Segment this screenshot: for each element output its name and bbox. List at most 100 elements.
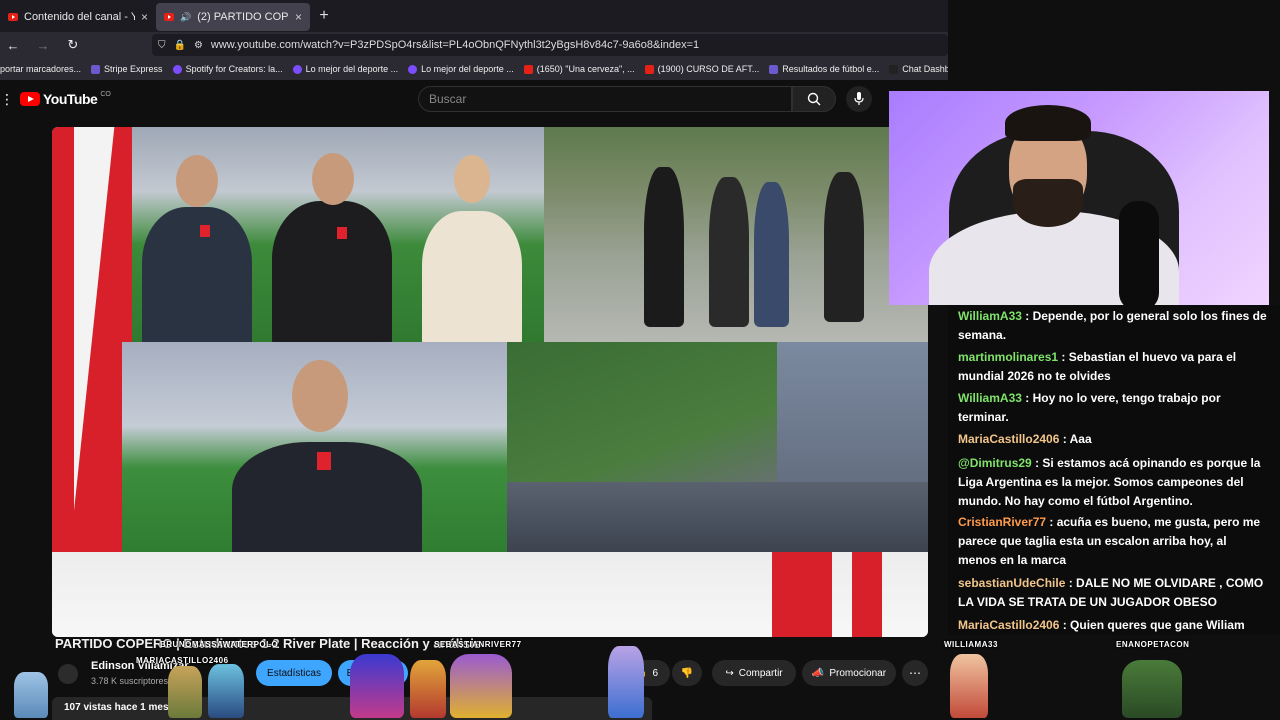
address-bar[interactable]: ⛉ 🔒 ⚙ www.youtube.com/watch?v=P3zPDSpO4r… — [152, 34, 948, 56]
streamer-microphone — [1119, 201, 1159, 305]
chat-message: WilliamA33 : Hoy no lo vere, tengo traba… — [958, 389, 1268, 427]
espn-microphone — [200, 225, 210, 237]
tab-title: Contenido del canal - YouTube — [24, 11, 135, 23]
screen: Contenido del canal - YouTube × 🔊 (2) PA… — [0, 0, 1280, 720]
chat-text: : Aaa — [1059, 432, 1092, 446]
red-stripe-decoration — [852, 552, 882, 637]
character-sprite — [350, 654, 404, 718]
bookmarks-bar: portar marcadores... Stripe Express Spot… — [0, 58, 948, 80]
bookmark-icon — [889, 64, 899, 74]
forward-button[interactable]: → — [30, 38, 56, 53]
chat-username[interactable]: WilliamA33 — [958, 391, 1022, 405]
video-panel-stadium-aerial — [507, 342, 928, 552]
subscriber-count: 3.78 K suscriptores — [91, 676, 169, 686]
bookmark-item[interactable]: Spotify for Creators: la... — [172, 64, 283, 74]
speaker-icon[interactable]: 🔊 — [180, 12, 191, 23]
streamer-hair — [1005, 105, 1091, 141]
viewer-overlay-name: WILLIAMA33 — [944, 640, 998, 649]
new-tab-button[interactable]: + — [310, 7, 338, 25]
chat-username[interactable]: CristianRiver77 — [958, 515, 1046, 529]
like-count: 6 — [652, 667, 658, 679]
channel-avatar[interactable] — [58, 664, 78, 684]
commentator-head — [454, 155, 490, 203]
search-input[interactable]: Buscar — [418, 86, 792, 112]
commentator-head — [176, 155, 218, 207]
video-panel-commentators — [132, 127, 544, 342]
permissions-icon[interactable]: ⚙ — [194, 40, 203, 51]
shield-icon[interactable]: ⛉ — [158, 40, 166, 51]
video-title: PARTIDO COPERO | Estudiantes 1-2 River P… — [55, 636, 482, 651]
chat-text: : Quien queres que gane Wiliam — [1059, 618, 1245, 632]
dislike-button[interactable]: 👎 — [672, 660, 702, 686]
fan-figure — [754, 182, 789, 327]
character-sprite — [608, 646, 644, 718]
bookmark-item[interactable]: Stripe Express — [91, 64, 163, 74]
back-button[interactable]: ← — [0, 38, 26, 53]
youtube-favicon-icon — [164, 13, 174, 21]
chat-message: WilliamA33 : Depende, por lo general sol… — [958, 307, 1268, 345]
fan-figure — [709, 177, 749, 327]
viewer-overlay-name: ENANOPETACON — [1116, 640, 1190, 649]
search-icon — [807, 92, 821, 106]
tab-title: (2) PARTIDO COPERO | Estu — [197, 11, 289, 23]
chat-username[interactable]: martinmolinares1 — [958, 350, 1058, 364]
tab-video-active[interactable]: 🔊 (2) PARTIDO COPERO | Estu × — [156, 3, 310, 31]
share-icon: ↪ — [725, 667, 734, 679]
commentator-figure — [272, 201, 392, 342]
promote-button[interactable]: 📣 Promocionar — [802, 660, 896, 686]
menu-icon[interactable]: ⋮ — [0, 91, 14, 108]
bookmark-item[interactable]: portar marcadores... — [0, 64, 81, 74]
stripe-icon — [91, 64, 101, 74]
bookmark-item[interactable]: Lo mejor del deporte ... — [292, 64, 398, 74]
bookmark-item[interactable]: (1900) CURSO DE AFT... — [644, 64, 759, 74]
promote-label: Promocionar — [829, 667, 887, 679]
stats-button[interactable]: Estadísticas — [256, 660, 332, 686]
chat-username[interactable]: MariaCastillo2406 — [958, 432, 1059, 446]
close-tab-icon[interactable]: × — [141, 10, 148, 24]
red-stripe-decoration — [772, 552, 832, 637]
espn-microphone — [337, 227, 347, 239]
chat-username[interactable]: sebastianUdeChile — [958, 576, 1065, 590]
video-panel-reporter — [122, 342, 517, 552]
voice-search-button[interactable] — [846, 86, 872, 112]
share-label: Compartir — [738, 667, 783, 679]
youtube-header: ⋮ YouTube CO Buscar — [0, 80, 948, 118]
url-text[interactable]: www.youtube.com/watch?v=P3zPDSpO4rs&list… — [211, 39, 699, 51]
commentator-figure — [142, 207, 252, 342]
search-button[interactable] — [792, 86, 836, 112]
video-banner — [52, 552, 928, 637]
bookmark-icon — [408, 64, 418, 74]
fan-figure — [644, 167, 684, 327]
video-player[interactable] — [52, 127, 928, 637]
espn-microphone — [317, 452, 331, 470]
thumbs-down-icon: 👎 — [680, 667, 694, 679]
close-tab-icon[interactable]: × — [295, 10, 302, 24]
share-button[interactable]: ↪ Compartir — [712, 660, 796, 686]
browser-nav-bar: ← → ↻ ⛉ 🔒 ⚙ www.youtube.com/watch?v=P3zP… — [0, 32, 948, 58]
more-actions-button[interactable]: ⋯ — [902, 660, 928, 686]
chat-message: @Dimitrus29 : Si estamos acá opinando es… — [958, 454, 1268, 511]
streamer-webcam — [889, 91, 1269, 305]
commentator-figure — [422, 211, 522, 342]
streamer-beard — [1013, 179, 1083, 227]
tab-channel-content[interactable]: Contenido del canal - YouTube × — [0, 3, 156, 31]
megaphone-icon: 📣 — [811, 667, 825, 679]
youtube-logo[interactable]: YouTube CO — [20, 91, 111, 107]
chat-username[interactable]: WilliamA33 — [958, 309, 1022, 323]
chat-message: MariaCastillo2406 : Quien queres que gan… — [958, 616, 1268, 635]
viewer-overlay-name: SEBASTIANRIVER77 — [434, 640, 522, 649]
country-code: CO — [100, 90, 111, 98]
bookmark-item[interactable]: (1650) "Una cerveza", ... — [523, 64, 635, 74]
red-stripe-decoration — [52, 127, 74, 552]
character-sprite — [208, 664, 244, 718]
lock-icon[interactable]: 🔒 — [174, 40, 186, 51]
chat-username[interactable]: MariaCastillo2406 — [958, 618, 1059, 632]
bookmark-item[interactable]: Resultados de fútbol e... — [769, 64, 879, 74]
youtube-icon — [523, 64, 533, 74]
character-sprite — [950, 654, 988, 718]
logo-text: YouTube — [43, 91, 98, 107]
reload-button[interactable]: ↻ — [60, 37, 86, 53]
bookmark-item[interactable]: Chat Dashboard by C... — [889, 64, 948, 74]
bookmark-item[interactable]: Lo mejor del deporte ... — [408, 64, 514, 74]
chat-username[interactable]: @Dimitrus29 — [958, 456, 1032, 470]
